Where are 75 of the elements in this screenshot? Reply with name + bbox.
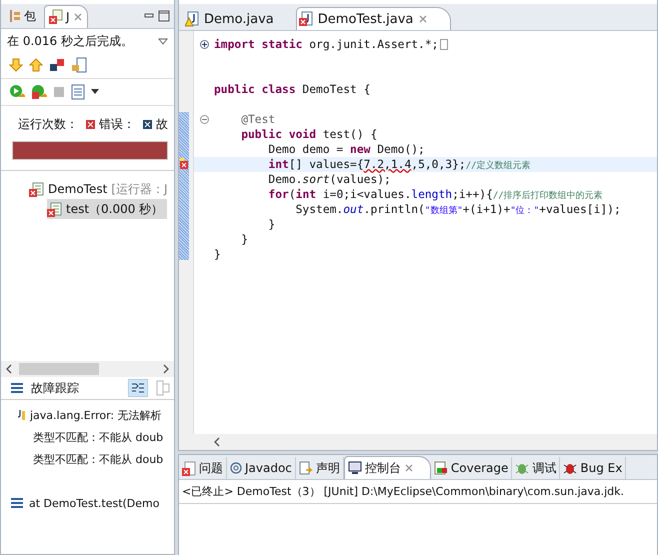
horizontal-scrollbar[interactable] — [179, 434, 657, 450]
bug-icon — [515, 461, 530, 475]
junit-error-icon — [49, 9, 63, 24]
code-text: int[] values={7.2,1.4,5,0,3};//定义数组元素 — [267, 158, 531, 172]
status-text: 在 0.016 秒之后完成。 — [7, 33, 133, 50]
rerun-failed-icon[interactable] — [31, 84, 47, 100]
error-detail: 类型不匹配：不能从 doub — [33, 430, 164, 444]
counter-label: 错误： — [99, 116, 135, 133]
close-icon[interactable] — [404, 463, 414, 473]
view-tab[interactable]: 控制台 — [344, 456, 431, 479]
expand-icon[interactable] — [200, 40, 208, 49]
code-text: import static org.junit.Assert.*; — [214, 38, 438, 51]
code-text: System.out.println("数组第"+(i+1)+"位："+values[i]); — [294, 202, 621, 216]
monitor-icon — [348, 461, 362, 475]
close-icon[interactable] — [418, 14, 428, 24]
rerun-icon[interactable] — [9, 84, 25, 100]
stack-frame[interactable]: at DemoTest.test(Demo — [29, 496, 160, 510]
error-detail: 类型不匹配：不能从 doub — [33, 452, 164, 466]
counter-label: 运行次数： — [18, 116, 78, 133]
code-text: } — [267, 218, 276, 231]
console-header: <已终止> DemoTest（3） [JUnit] D:\MyEclipse\Common\binary\com.sun.java.jdk. — [179, 480, 657, 504]
filter-trace-icon[interactable] — [128, 379, 148, 397]
view-tab[interactable]: Bug Ex — [560, 457, 626, 479]
stack-frame-icon — [11, 498, 23, 508]
suite-error-icon — [29, 182, 44, 196]
counter-label: 故 — [156, 116, 168, 133]
code-text: @Test — [240, 113, 276, 126]
code-text: public void test() { — [240, 128, 378, 141]
up-arrow-icon[interactable] — [29, 58, 43, 72]
java-file-warning-icon — [185, 11, 199, 27]
scroll-left-icon[interactable] — [5, 364, 13, 374]
code-text: } — [240, 233, 248, 246]
view-tab[interactable]: 包 — [5, 5, 40, 27]
code-text: } — [214, 248, 221, 261]
coverage-icon — [434, 461, 448, 475]
problems-icon — [182, 460, 196, 476]
down-arrow-icon[interactable] — [9, 58, 23, 72]
bug-icon — [563, 461, 578, 475]
view-tab[interactable]: J — [44, 4, 88, 28]
editor-tab[interactable]: DemoTest.java — [296, 7, 452, 30]
tree-item[interactable]: DemoTest [运行器：J — [29, 179, 172, 199]
code-text: Demo.sort(values); — [267, 173, 391, 186]
stack-trace-icon — [11, 383, 23, 393]
editor-tab[interactable]: Demo.java — [183, 8, 282, 30]
dropdown-icon[interactable] — [91, 89, 99, 95]
scroll-left-icon[interactable] — [213, 437, 221, 447]
code-text: Demo demo = new Demo(); — [267, 143, 425, 156]
failure-icon — [143, 120, 152, 129]
view-tab[interactable]: Javadoc — [227, 457, 296, 479]
error-text: java.lang.Error: 无法解析 — [30, 408, 162, 422]
tree-item[interactable]: test（0.000 秒） — [47, 199, 168, 219]
folded-code-icon[interactable] — [440, 39, 448, 50]
at-sign-icon — [230, 461, 242, 475]
view-tab[interactable]: 调试 — [512, 457, 560, 479]
dropdown-icon[interactable] — [158, 38, 168, 46]
history-list-icon[interactable] — [71, 84, 85, 100]
exception-icon — [17, 409, 27, 421]
horizontal-scrollbar[interactable] — [1, 361, 174, 377]
view-tab[interactable]: 问题 — [179, 457, 227, 479]
error-icon — [86, 120, 95, 129]
close-icon[interactable] — [72, 12, 83, 22]
code-text: for(int i=0;i<values.length;i++){//排序后打印数组中的元素 — [267, 188, 603, 202]
panel-title: 故障跟踪 — [31, 380, 79, 396]
package-icon — [9, 9, 21, 23]
scroll-thumb[interactable] — [19, 363, 99, 375]
maximize-icon[interactable] — [158, 10, 170, 22]
code-text: public class DemoTest { — [214, 83, 370, 96]
scroll-right-icon[interactable] — [162, 364, 170, 374]
java-file-error-icon — [298, 11, 313, 27]
view-tab[interactable]: 声明 — [296, 457, 344, 479]
failures-only-icon[interactable] — [49, 58, 65, 72]
test-error-icon — [47, 202, 62, 216]
declaration-icon — [298, 460, 313, 476]
collapse-icon[interactable] — [200, 115, 208, 124]
view-tab[interactable]: Coverage — [430, 457, 512, 479]
